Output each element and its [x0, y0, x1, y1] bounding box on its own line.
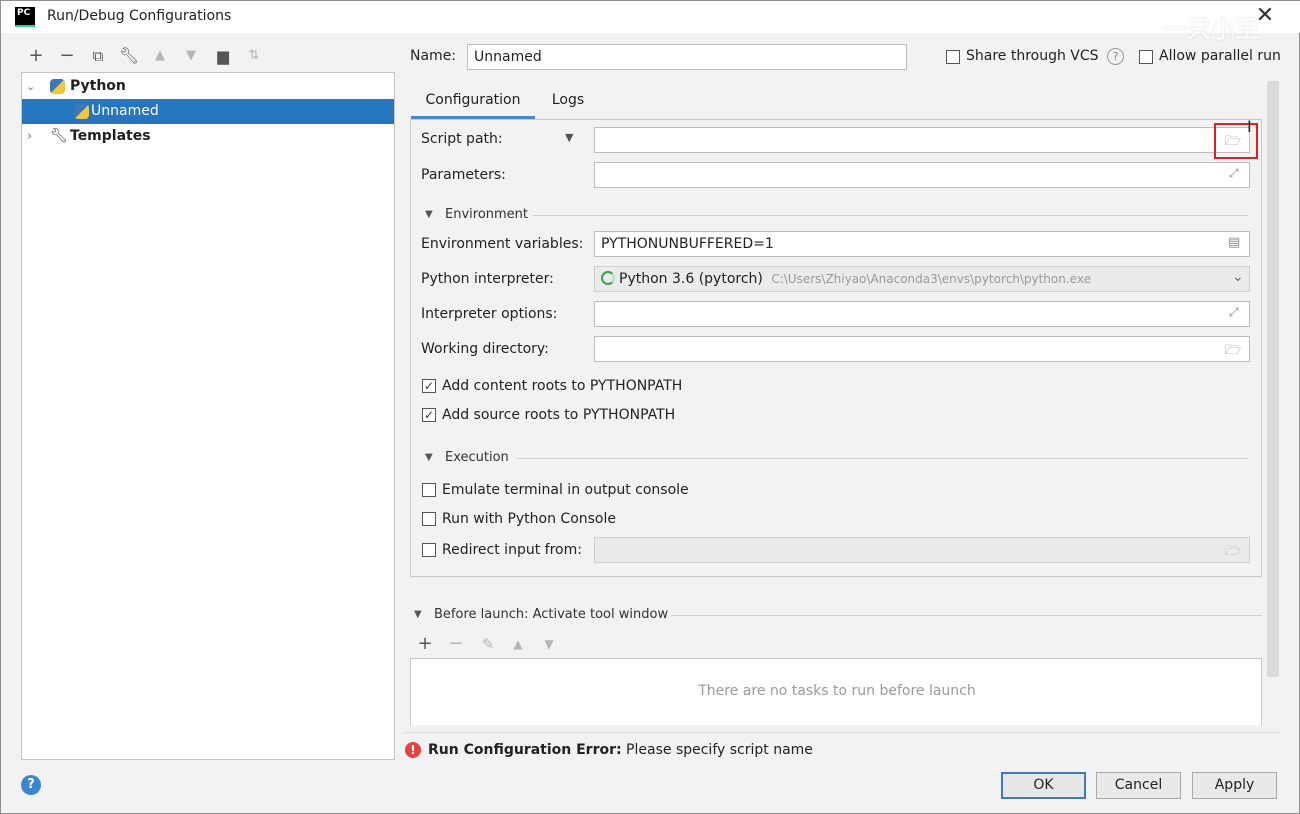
- interpreter-label: Python interpreter:: [421, 271, 554, 287]
- redirect-input-label: Redirect input from:: [442, 542, 582, 558]
- wrench-icon: 🔧︎: [50, 128, 68, 144]
- tree-item-label: Templates: [70, 128, 151, 144]
- divider: [533, 215, 1248, 216]
- list-edit-icon[interactable]: ▤: [1228, 235, 1240, 250]
- window-title: Run/Debug Configurations: [47, 8, 232, 24]
- parameters-label: Parameters:: [421, 167, 506, 183]
- collapse-icon[interactable]: ▼: [425, 209, 433, 220]
- env-vars-label: Environment variables:: [421, 236, 584, 252]
- chevron-right-icon[interactable]: ›: [27, 124, 32, 149]
- python-icon: [50, 79, 65, 94]
- edit-task-icon[interactable]: ✎: [477, 633, 499, 655]
- move-down-icon[interactable]: ▼: [538, 633, 560, 655]
- error-icon: !: [405, 742, 421, 758]
- redirect-input-checkbox[interactable]: [422, 543, 436, 557]
- move-up-icon[interactable]: ▲: [507, 633, 529, 655]
- sort-icon[interactable]: ⇅: [243, 45, 265, 67]
- folder-icon[interactable]: 🗁: [1225, 341, 1241, 363]
- dropdown-arrow-icon[interactable]: ▼: [565, 131, 573, 144]
- interpreter-path: C:\Users\Zhiyao\Anaconda3\envs\pytorch\p…: [771, 272, 1091, 286]
- cancel-button[interactable]: Cancel: [1096, 772, 1181, 799]
- text-cursor-icon: I: [1247, 117, 1252, 136]
- expand-icon[interactable]: ⤢: [1229, 305, 1239, 320]
- error-title: Run Configuration Error:: [428, 742, 622, 758]
- chevron-down-icon[interactable]: ⌄: [1232, 269, 1244, 285]
- remove-task-icon[interactable]: −: [445, 633, 467, 655]
- tree-item-python[interactable]: ⌄ Python: [22, 74, 394, 99]
- tree-item-label: Unnamed: [91, 103, 159, 119]
- tree-item-unnamed[interactable]: Unnamed: [22, 99, 394, 124]
- divider: [405, 732, 1279, 733]
- tasks-list: There are no tasks to run before launch: [410, 658, 1262, 725]
- apply-button[interactable]: Apply: [1192, 772, 1277, 799]
- pycharm-logo-icon: PC: [15, 7, 35, 27]
- allow-parallel-label: Allow parallel run: [1159, 48, 1281, 64]
- tab-logs[interactable]: Logs: [543, 89, 593, 119]
- collapse-icon[interactable]: ▼: [414, 609, 422, 620]
- working-dir-input[interactable]: [594, 336, 1250, 362]
- emulate-terminal-checkbox[interactable]: [422, 483, 436, 497]
- run-console-label: Run with Python Console: [442, 511, 617, 527]
- execution-title: Execution: [445, 450, 509, 465]
- python-config-icon: [74, 104, 89, 119]
- tab-configuration[interactable]: Configuration: [411, 89, 535, 119]
- emulate-terminal-label: Emulate terminal in output console: [442, 482, 689, 498]
- collapse-icon[interactable]: ▼: [425, 452, 433, 463]
- share-vcs-label: Share through VCS: [966, 48, 1099, 64]
- name-input[interactable]: Unnamed: [467, 44, 907, 70]
- allow-parallel-checkbox[interactable]: [1139, 50, 1153, 64]
- source-roots-label: Add source roots to PYTHONPATH: [442, 407, 676, 423]
- config-tree: ⌄ Python Unnamed › 🔧︎ Templates: [21, 72, 395, 760]
- new-folder-icon[interactable]: ▆: [212, 45, 234, 67]
- remove-icon[interactable]: −: [56, 45, 78, 67]
- interp-options-input[interactable]: [594, 301, 1250, 327]
- tree-item-label: Python: [70, 78, 126, 94]
- content-roots-checkbox[interactable]: ✓: [422, 379, 436, 393]
- add-icon[interactable]: +: [25, 45, 47, 67]
- watermark: 一只小王: [1163, 15, 1259, 43]
- run-console-checkbox[interactable]: [422, 512, 436, 526]
- divider: [517, 458, 1248, 459]
- interp-options-label: Interpreter options:: [421, 306, 558, 322]
- env-vars-input[interactable]: PYTHONUNBUFFERED=1: [594, 231, 1250, 257]
- move-down-icon[interactable]: ▼: [180, 45, 202, 67]
- redirect-input-field[interactable]: [594, 537, 1250, 563]
- help-button[interactable]: ?: [21, 775, 41, 795]
- source-roots-checkbox[interactable]: ✓: [422, 408, 436, 422]
- ok-button[interactable]: OK: [1001, 772, 1086, 799]
- error-text: Please specify script name: [621, 742, 813, 758]
- edit-defaults-icon[interactable]: 🔧︎: [118, 45, 140, 67]
- working-dir-label: Working directory:: [421, 341, 549, 357]
- script-path-label: Script path:: [421, 131, 503, 147]
- parameters-input[interactable]: [594, 162, 1250, 188]
- divider: [671, 615, 1262, 616]
- error-message: Run Configuration Error: Please specify …: [428, 742, 813, 758]
- expand-icon[interactable]: ⤢: [1229, 166, 1239, 181]
- script-path-input[interactable]: [594, 127, 1250, 153]
- interpreter-select[interactable]: Python 3.6 (pytorch) C:\Users\Zhiyao\Ana…: [594, 266, 1250, 292]
- content-roots-label: Add content roots to PYTHONPATH: [442, 378, 683, 394]
- name-label: Name:: [410, 48, 457, 64]
- share-vcs-checkbox[interactable]: [946, 50, 960, 64]
- before-launch-title: Before launch: Activate tool window: [434, 607, 669, 622]
- move-up-icon[interactable]: ▲: [149, 45, 171, 67]
- environment-title: Environment: [445, 207, 529, 222]
- add-task-icon[interactable]: +: [414, 633, 436, 655]
- help-icon[interactable]: ?: [1107, 48, 1124, 65]
- close-button[interactable]: ✕: [1253, 5, 1277, 29]
- interpreter-icon: [601, 271, 615, 285]
- empty-tasks-text: There are no tasks to run before launch: [698, 683, 976, 699]
- tree-item-templates[interactable]: › 🔧︎ Templates: [22, 124, 394, 149]
- scrollbar[interactable]: [1267, 81, 1279, 677]
- run-debug-dialog: PC Run/Debug Configurations 一只小王 ✕ + − ⧉…: [0, 0, 1300, 814]
- chevron-down-icon[interactable]: ⌄: [26, 74, 35, 99]
- folder-icon[interactable]: 🗁: [1225, 542, 1241, 564]
- interpreter-name: Python 3.6 (pytorch): [619, 271, 763, 287]
- copy-icon[interactable]: ⧉: [87, 45, 109, 67]
